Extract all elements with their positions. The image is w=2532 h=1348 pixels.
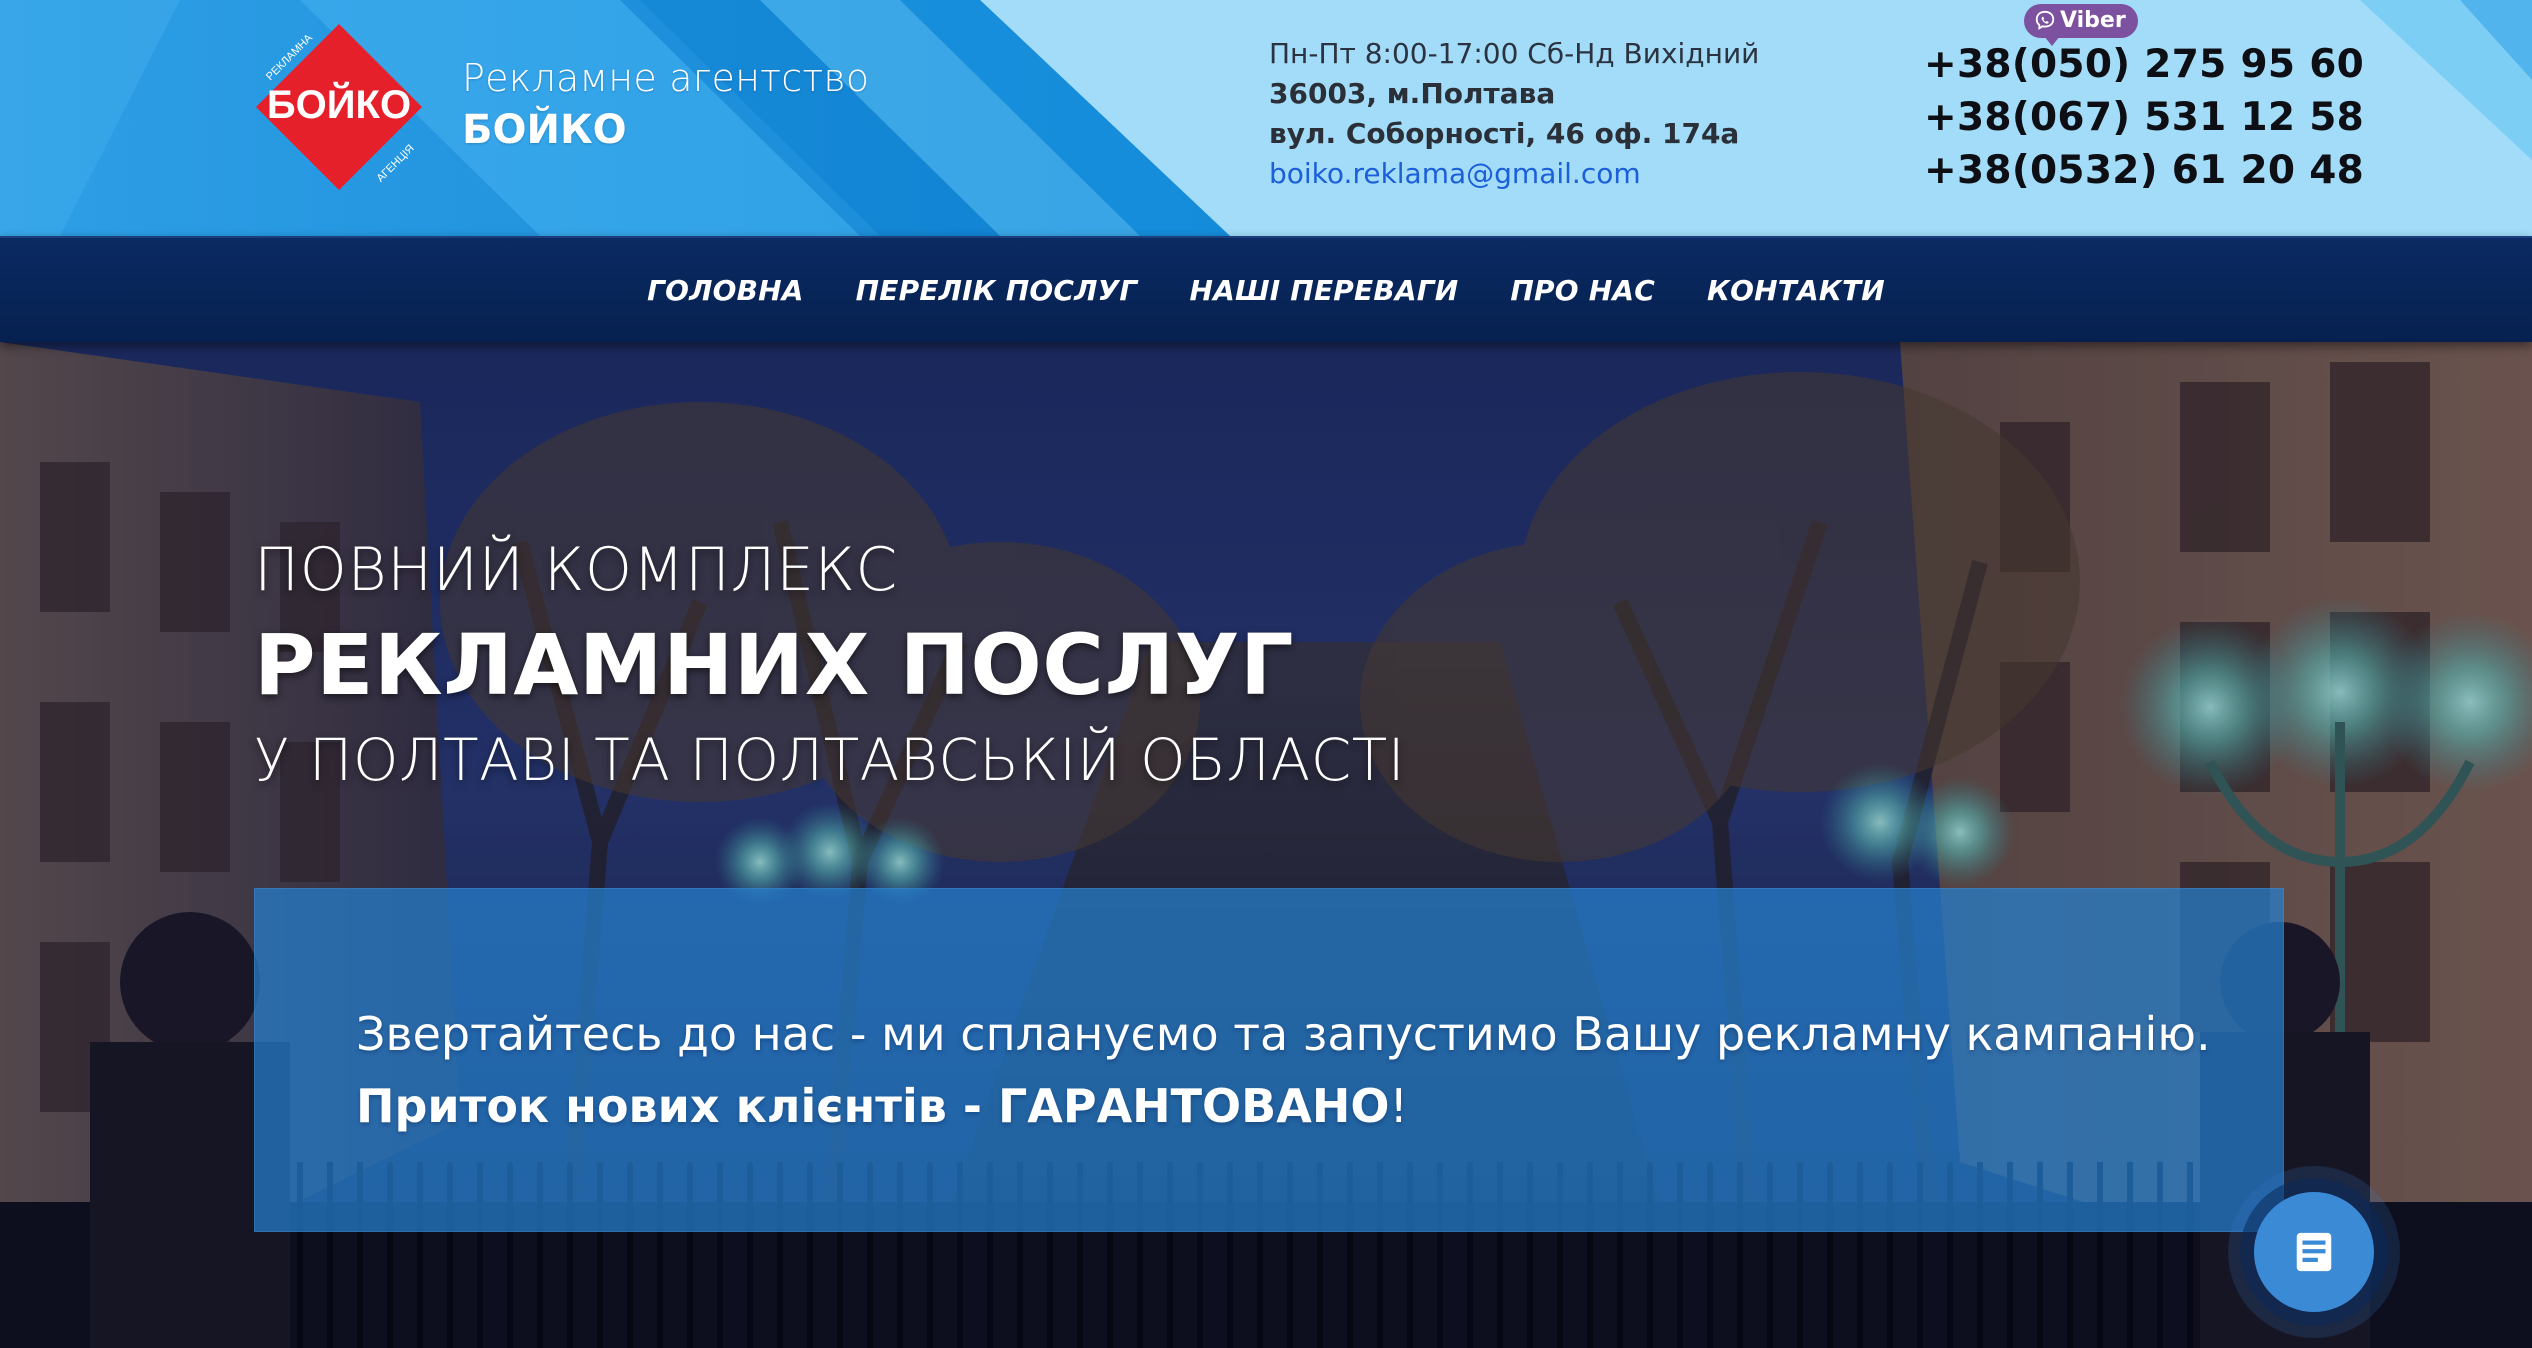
site-header: БОЙКО РЕКЛАМНА АГЕНЦІЯ Рекламне агентств…: [0, 0, 2532, 236]
hero-line-2: РЕКЛАМНИХ ПОСЛУГ: [254, 616, 1294, 714]
nav-item-contacts[interactable]: КОНТАКТИ: [1707, 274, 1885, 307]
contact-info: Пн-Пт 8:00-17:00 Сб-Нд Вихідний 36003, м…: [1269, 34, 1759, 194]
phone-number[interactable]: +38(067) 531 12 58: [1924, 91, 2364, 144]
logo-bottom-text: АГЕНЦІЯ: [374, 142, 416, 184]
main-navigation: ГОЛОВНА ПЕРЕЛІК ПОСЛУГ НАШІ ПЕРЕВАГИ ПРО…: [0, 236, 2532, 342]
nav-item-home[interactable]: ГОЛОВНА: [647, 274, 804, 307]
hero-line-3: У ПОЛТАВІ ТА ПОЛТАВСЬКІЙ ОБЛАСТІ: [254, 726, 1406, 794]
cta-exclamation: !: [1389, 1079, 1408, 1133]
email-link[interactable]: boiko.reklama@gmail.com: [1269, 154, 1759, 194]
logo-main-text: БОЙКО: [267, 81, 411, 127]
chat-icon: [2296, 1232, 2332, 1272]
brand-subtitle: Рекламне агентство: [462, 56, 870, 100]
hero-line-1: ПОВНИЙ КОМПЛЕКС: [254, 535, 898, 605]
company-logo[interactable]: БОЙКО РЕКЛАМНА АГЕНЦІЯ: [254, 22, 424, 192]
viber-label: Viber: [2060, 8, 2126, 33]
nav-item-services[interactable]: ПЕРЕЛІК ПОСЛУГ: [856, 274, 1138, 307]
nav-item-advantages[interactable]: НАШІ ПЕРЕВАГИ: [1189, 274, 1458, 307]
address-city: 36003, м.Полтава: [1269, 77, 1556, 110]
viber-icon: [2035, 10, 2055, 31]
working-hours: Пн-Пт 8:00-17:00 Сб-Нд Вихідний: [1269, 37, 1760, 70]
hero-section: ПОВНИЙ КОМПЛЕКС РЕКЛАМНИХ ПОСЛУГ У ПОЛТА…: [0, 342, 2532, 1348]
cta-text: Звертайтесь до нас - ми сплануємо та зап…: [356, 998, 2211, 1142]
address-street: вул. Соборності, 46 оф. 174а: [1269, 117, 1740, 150]
viber-badge[interactable]: Viber: [2024, 4, 2138, 46]
phone-number[interactable]: +38(0532) 61 20 48: [1924, 144, 2364, 197]
phone-list: +38(050) 275 95 60 +38(067) 531 12 58 +3…: [1924, 38, 2364, 197]
cta-line-1: Звертайтесь до нас - ми сплануємо та зап…: [356, 1007, 2211, 1061]
brand-name: БОЙКО: [462, 107, 627, 153]
hero-headline: ПОВНИЙ КОМПЛЕКС РЕКЛАМНИХ ПОСЛУГ У ПОЛТА…: [254, 530, 1405, 800]
cta-line-2: Приток нових клієнтів - ГАРАНТОВАНО!: [356, 1070, 2211, 1142]
chat-widget-button[interactable]: [2254, 1192, 2374, 1312]
cta-guarantee: Приток нових клієнтів - ГАРАНТОВАНО: [356, 1079, 1390, 1133]
nav-item-about[interactable]: ПРО НАС: [1510, 274, 1655, 307]
phone-number[interactable]: +38(050) 275 95 60: [1924, 38, 2364, 91]
cta-box: Звертайтесь до нас - ми сплануємо та зап…: [254, 888, 2284, 1232]
brand-block: Рекламне агентство БОЙКО: [462, 52, 869, 156]
